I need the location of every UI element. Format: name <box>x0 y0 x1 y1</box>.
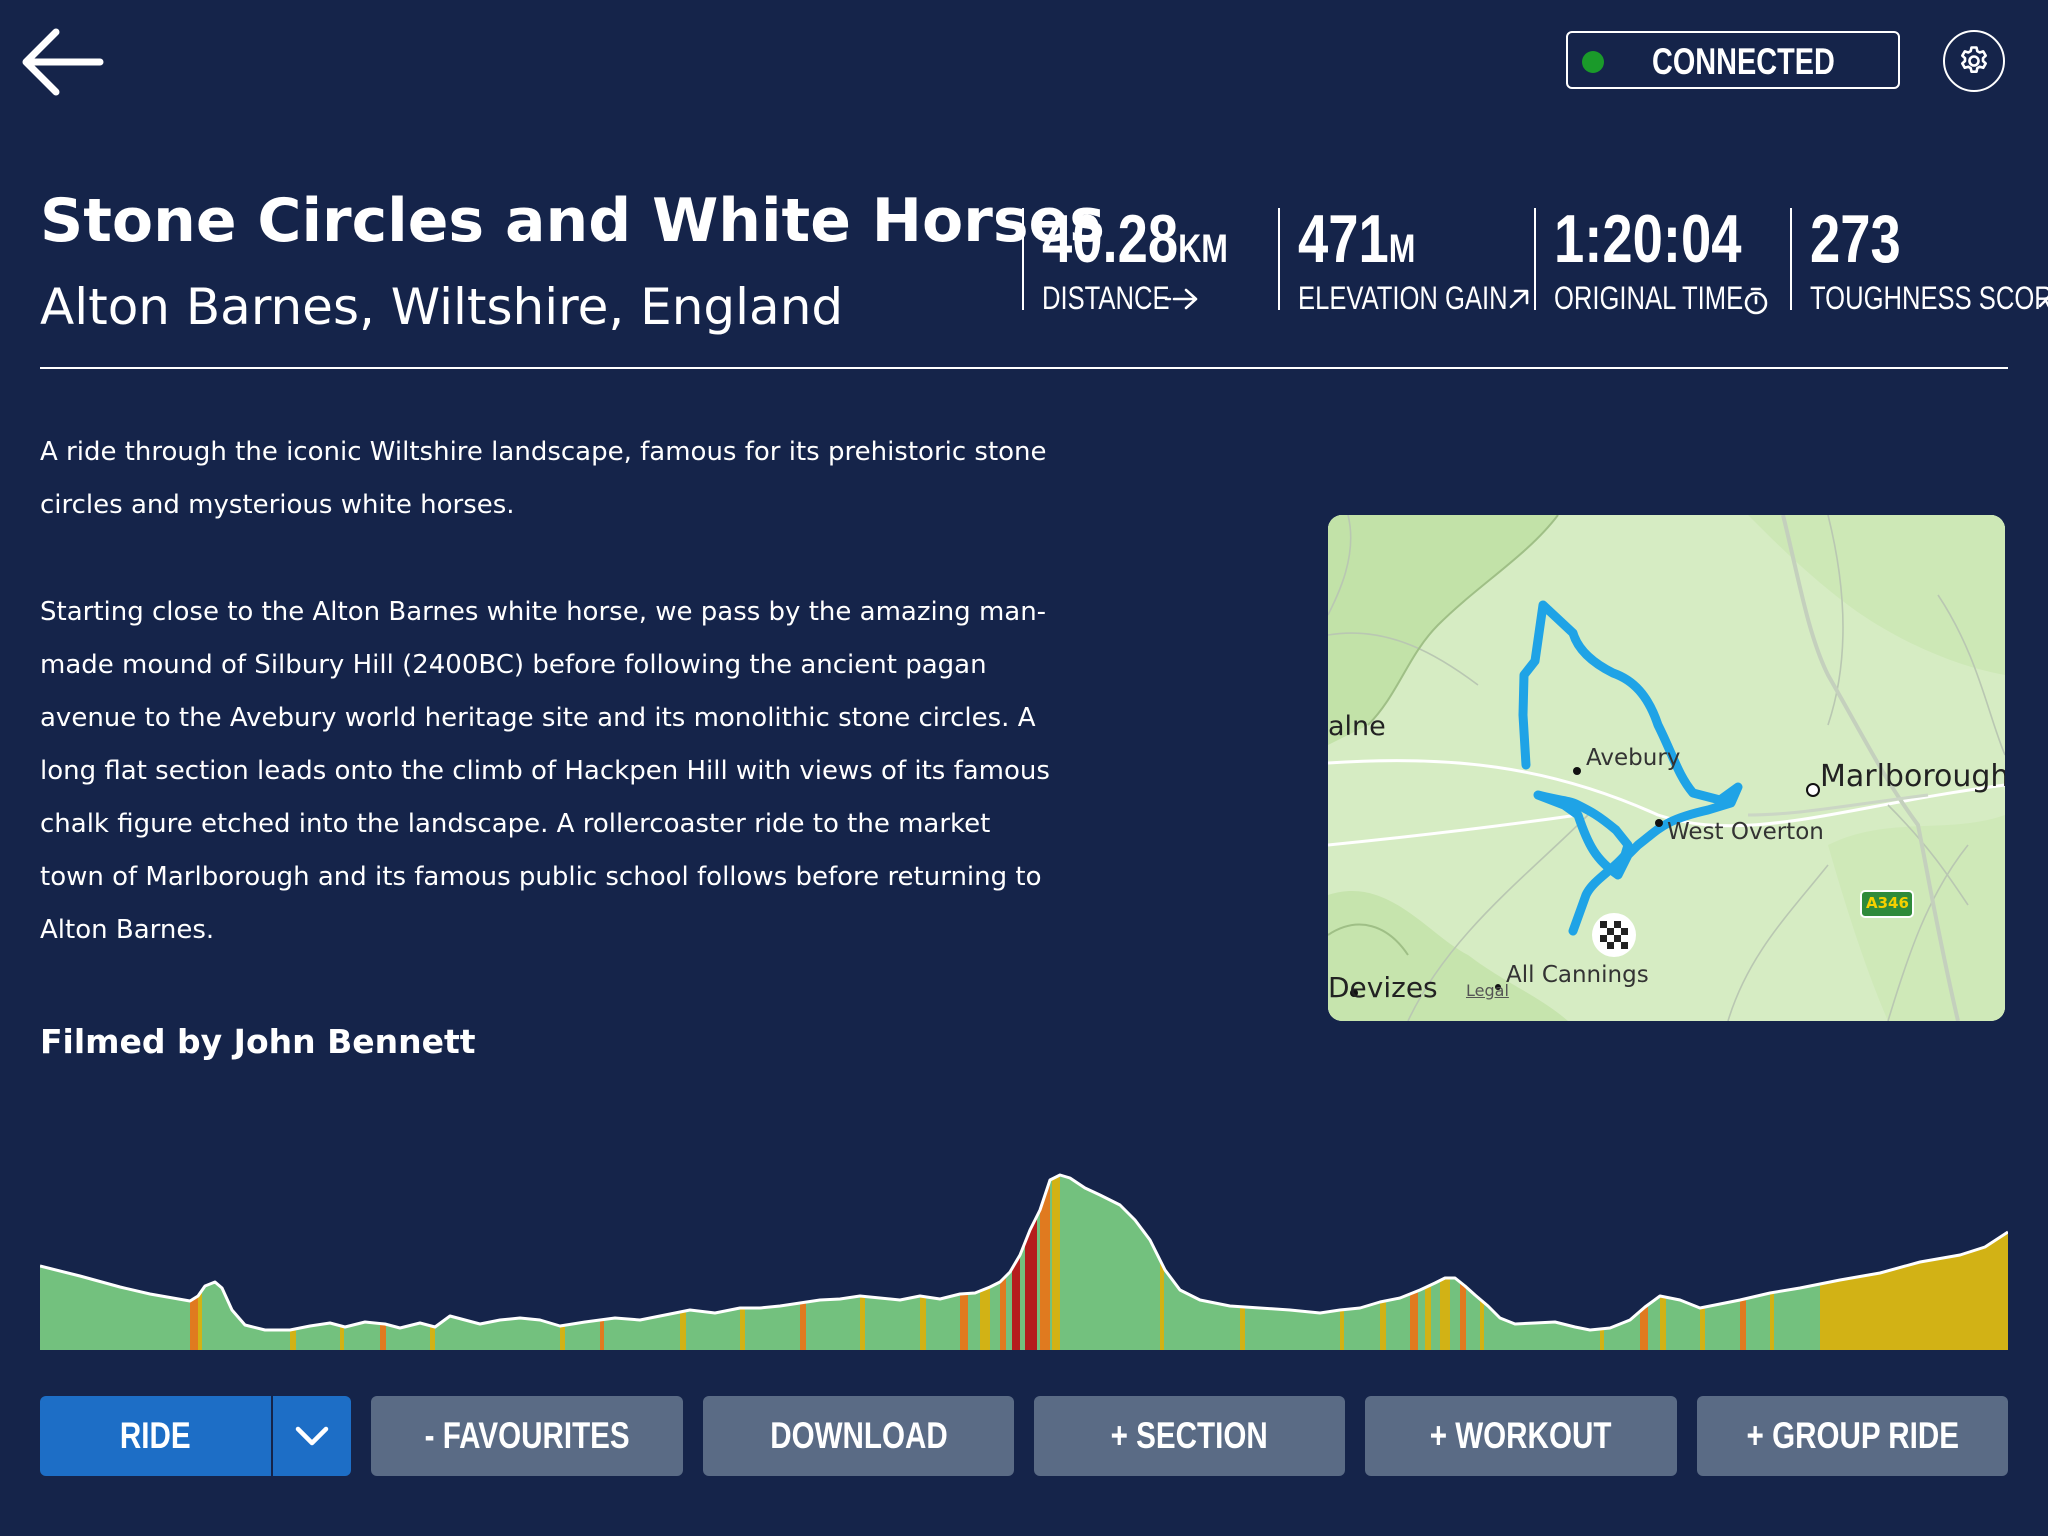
stat-label: TOUGHNESS SCORE <box>1810 280 2048 316</box>
description-paragraph: Starting close to the Alton Barnes white… <box>40 597 1050 945</box>
connection-status[interactable]: CONNECTED <box>1566 31 1900 89</box>
add-section-button[interactable]: + SECTION <box>1034 1396 1345 1476</box>
ride-description: A ride through the iconic Wiltshire land… <box>40 426 1050 1011</box>
stat-value: 273 <box>1810 201 1901 277</box>
ride-location: Alton Barnes, Wiltshire, England <box>40 278 844 336</box>
filmed-by: Filmed by John Bennett <box>40 1022 476 1061</box>
map-label-devizes: Devizes <box>1328 971 1438 1004</box>
ride-button[interactable]: RIDE <box>40 1396 271 1476</box>
stat-label: ELEVATION GAIN <box>1298 280 1508 316</box>
map-label-avebury: Avebury <box>1586 745 1681 771</box>
arrow-up-right-icon <box>2039 296 2048 308</box>
add-workout-button[interactable]: + WORKOUT <box>1365 1396 1677 1476</box>
favourites-label: - FAVOURITES <box>424 1415 630 1456</box>
stat-value: 40.28KM <box>1042 201 1228 277</box>
stat-elevation-gain: 471M ELEVATION GAIN <box>1278 201 1529 316</box>
status-label: CONNECTED <box>1652 41 1835 82</box>
workout-label: + WORKOUT <box>1430 1415 1612 1456</box>
map-legal-link[interactable]: Legal <box>1466 981 1509 1000</box>
description-paragraph: A ride through the iconic Wiltshire land… <box>40 437 1047 520</box>
map-label-marlborough: Marlborough <box>1820 759 2005 794</box>
ride-title: Stone Circles and White Horses <box>40 186 1105 256</box>
stat-label: ORIGINAL TIME <box>1554 280 1744 316</box>
ride-options-dropdown[interactable] <box>273 1396 351 1476</box>
route-map[interactable]: alne Avebury Marlborough West Overton De… <box>1328 515 2005 1021</box>
stat-value: 1:20:04 <box>1554 201 1742 277</box>
map-road-badge: A346 <box>1866 894 1909 912</box>
checkered-flag-icon <box>1592 913 1636 957</box>
settings-button[interactable] <box>1943 30 2005 92</box>
stat-label: DISTANCE <box>1042 280 1170 316</box>
stat-value: 471M <box>1298 201 1416 277</box>
header-divider <box>40 367 2008 369</box>
map-label-all-cannings: All Cannings <box>1506 962 1649 988</box>
stat-toughness-score: 273 TOUGHNESS SCORE <box>1790 201 2048 316</box>
gear-icon <box>1961 46 1987 73</box>
back-button[interactable] <box>20 26 104 98</box>
favourites-button[interactable]: - FAVOURITES <box>371 1396 683 1476</box>
ride-button-label: RIDE <box>120 1415 191 1456</box>
elevation-profile[interactable] <box>40 1160 2008 1350</box>
download-label: DOWNLOAD <box>769 1415 948 1456</box>
section-label: + SECTION <box>1110 1415 1269 1456</box>
stat-distance: 40.28KM DISTANCE <box>1022 201 1228 316</box>
status-dot <box>1582 51 1604 73</box>
chevron-down-icon <box>295 1426 329 1446</box>
add-group-ride-button[interactable]: + GROUP RIDE <box>1697 1396 2008 1476</box>
stopwatch-icon <box>1744 287 1768 315</box>
map-label-west-overton: West Overton <box>1667 819 1824 845</box>
arrow-right-dashed-icon <box>1164 288 1198 310</box>
arrow-left-icon <box>22 28 104 96</box>
stat-original-time: 1:20:04 ORIGINAL TIME <box>1534 201 1768 316</box>
group-ride-label: + GROUP RIDE <box>1746 1415 1959 1456</box>
arrow-up-right-icon <box>1509 289 1529 309</box>
map-label-calne: alne <box>1328 711 1386 742</box>
download-button[interactable]: DOWNLOAD <box>703 1396 1014 1476</box>
